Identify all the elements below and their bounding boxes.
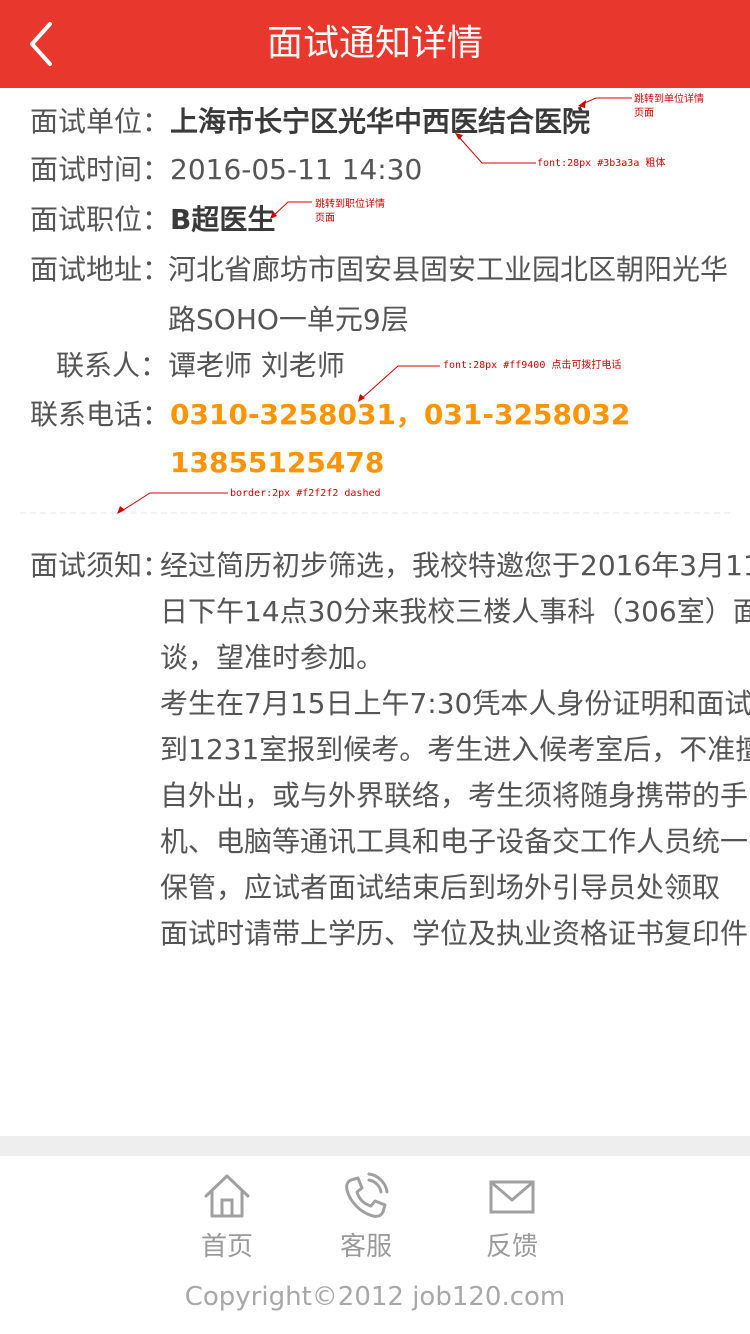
nav-home[interactable]: 首页: [172, 1172, 282, 1268]
notice-line: 机、电脑等通讯工具和电子设备交工作人员统一: [160, 825, 749, 858]
time-value: 2016-05-11 14:30: [170, 153, 423, 186]
nav-feedback-label: 反馈: [485, 1232, 538, 1262]
address-label: 面试地址：: [30, 253, 171, 286]
notice-label: 面试须知：: [30, 549, 171, 582]
dashed-divider: [20, 512, 730, 514]
notice-line: 自外出，或与外界联络，考生须将随身携带的手: [160, 779, 749, 812]
copyright-text: Copyright©2012 job120.com: [184, 1282, 566, 1312]
page-title: 面试通知详情: [266, 23, 483, 64]
home-icon: [204, 1174, 250, 1218]
notice-line: 日下午14点30分来我校三楼人事科（306室）面: [160, 595, 750, 628]
address-line-2: 路SOHO一单元9层: [168, 303, 409, 336]
nav-service[interactable]: 客服: [311, 1172, 421, 1268]
notice-body: 经过简历初步筛选，我校特邀您于2016年3月11 日下午14点30分来我校三楼人…: [160, 543, 750, 957]
unit-label: 面试单位：: [30, 105, 171, 138]
contact-label: 联系人：: [56, 349, 169, 382]
annotation-phone-font: font:28px #ff9400 点击可拨打电话: [443, 360, 622, 371]
phone-icon: [345, 1172, 389, 1218]
notice-line: 考生在7月15日上午7:30凭本人身份证明和面试书: [160, 687, 750, 720]
annotation-border: border:2px #f2f2f2 dashed: [230, 488, 381, 499]
contact-value: 谭老师 刘老师: [168, 349, 345, 382]
nav-feedback[interactable]: 反馈: [457, 1172, 567, 1268]
nav-home-label: 首页: [200, 1232, 253, 1262]
nav-service-label: 客服: [339, 1232, 392, 1262]
position-link[interactable]: B超医生: [170, 196, 275, 244]
annotation-unit-font: font:28px #3b3a3a 粗体: [537, 158, 666, 169]
annotation-unit-link: 跳转到单位详情 页面: [634, 94, 704, 119]
annotation-position-link: 跳转到职位详情 页面: [315, 199, 385, 224]
notice-line: 经过简历初步筛选，我校特邀您于2016年3月11: [160, 549, 750, 582]
mail-icon: [489, 1180, 535, 1214]
unit-link[interactable]: 上海市长宁区光华中西医结合医院: [170, 98, 590, 146]
notice-line: 面试时请带上学历、学位及执业资格证书复印件: [160, 917, 749, 950]
address-line-1: 河北省廊坊市固安县固安工业园北区朝阳光华: [168, 253, 729, 286]
time-label: 面试时间：: [30, 153, 171, 186]
notice-line: 谈，望准时参加。: [160, 641, 385, 674]
notice-line: 到1231室报到候考。考生进入候考室后，不准擅: [160, 733, 750, 766]
phone-label: 联系电话：: [30, 398, 171, 431]
notice-line: 保管，应试者面试结束后到场外引导员处领取: [160, 871, 721, 904]
position-label: 面试职位：: [30, 203, 171, 236]
footer-separator: [0, 1136, 750, 1156]
top-bar: 面试通知详情: [0, 0, 750, 88]
phone-link-1[interactable]: 0310-3258031，031-3258032: [170, 391, 630, 439]
phone-link-2[interactable]: 13855125478: [170, 439, 384, 487]
